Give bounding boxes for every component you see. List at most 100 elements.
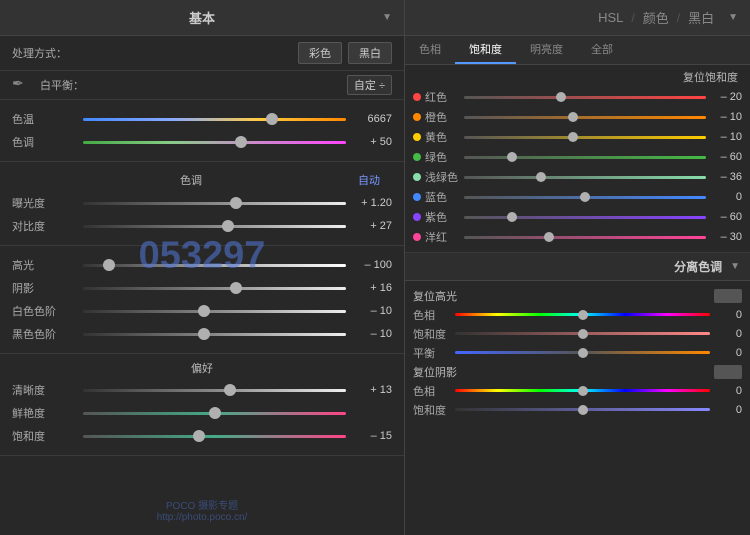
highlight-hue-slider[interactable] <box>455 308 710 322</box>
yellow-thumb[interactable] <box>568 132 578 142</box>
shadow-slider[interactable] <box>83 280 346 296</box>
balance-row: 平衡 0 <box>413 344 742 361</box>
split-tone-title: 分离色调 <box>674 258 722 275</box>
left-panel-arrow[interactable]: ▼ <box>382 12 392 23</box>
yellow-value: – 10 <box>710 131 742 143</box>
tab-saturation[interactable]: 饱和度 <box>455 36 516 64</box>
shadow-label: 阴影 <box>12 280 77 296</box>
green-value: – 60 <box>710 151 742 163</box>
contrast-slider[interactable] <box>83 218 346 234</box>
balance-label: 平衡 <box>413 345 451 361</box>
highlight-sat-slider[interactable] <box>455 327 710 341</box>
green-dot <box>413 153 421 161</box>
contrast-thumb[interactable] <box>222 220 234 232</box>
shadow-hue-value: 0 <box>714 385 742 397</box>
highlight-sat-thumb[interactable] <box>578 329 588 339</box>
blue-thumb[interactable] <box>580 192 590 202</box>
saturation-slider[interactable] <box>83 428 346 444</box>
sep1: / <box>631 11 634 25</box>
left-panel-title: 基本 <box>189 8 215 27</box>
black-clip-thumb[interactable] <box>198 328 210 340</box>
white-clip-slider[interactable] <box>83 303 346 319</box>
white-clip-row: 白色色阶 – 10 <box>12 301 392 321</box>
bw-mode-button[interactable]: 黑白 <box>348 42 392 64</box>
shadow-sat-thumb[interactable] <box>578 405 588 415</box>
blue-track <box>464 196 706 199</box>
right-panel-arrow[interactable]: ▼ <box>728 12 738 23</box>
highlight-reset-button[interactable] <box>714 289 742 303</box>
eyedropper-icon: ✒ <box>12 75 32 95</box>
orange-thumb[interactable] <box>568 112 578 122</box>
red-track <box>464 96 706 99</box>
black-clip-value: – 10 <box>352 328 392 340</box>
white-clip-thumb[interactable] <box>198 305 210 317</box>
highlight-thumb[interactable] <box>103 259 115 271</box>
highlight-group-label: 复位高光 <box>413 288 714 304</box>
green-slider[interactable] <box>464 150 706 164</box>
color-mode-button[interactable]: 彩色 <box>298 42 342 64</box>
highlight-hue-thumb[interactable] <box>578 310 588 320</box>
exposure-track <box>83 202 346 205</box>
purple-slider[interactable] <box>464 210 706 224</box>
tint-slider[interactable] <box>83 134 346 150</box>
exposure-thumb[interactable] <box>230 197 242 209</box>
highlight-sat-row: 饱和度 0 <box>413 325 742 342</box>
tint-thumb[interactable] <box>235 136 247 148</box>
aqua-thumb[interactable] <box>536 172 546 182</box>
magenta-slider[interactable] <box>464 230 706 244</box>
highlight-sat-value: 0 <box>714 328 742 340</box>
temp-row: 色温 6667 <box>12 109 392 129</box>
saturation-row: 饱和度 – 15 <box>12 426 392 446</box>
purple-dot <box>413 213 421 221</box>
clarity-thumb[interactable] <box>224 384 236 396</box>
red-slider[interactable] <box>464 90 706 104</box>
shadow-hue-thumb[interactable] <box>578 386 588 396</box>
vibrance-thumb[interactable] <box>209 407 221 419</box>
sat-yellow-row: 黄色 – 10 <box>413 128 742 146</box>
balance-slider[interactable] <box>455 351 710 354</box>
clarity-track <box>83 389 346 392</box>
shadow-hue-slider[interactable] <box>455 384 710 398</box>
temp-slider[interactable] <box>83 111 346 127</box>
highlight-sat-track <box>455 332 710 335</box>
shadow-reset-button[interactable] <box>714 365 742 379</box>
tab-luminance[interactable]: 明亮度 <box>516 36 577 64</box>
blue-slider[interactable] <box>464 190 706 204</box>
green-thumb[interactable] <box>507 152 517 162</box>
tab-hue[interactable]: 色相 <box>405 36 455 64</box>
temp-label: 色温 <box>12 111 77 127</box>
shadow-group-label: 复位阴影 <box>413 364 714 380</box>
shadow-thumb[interactable] <box>230 282 242 294</box>
orange-slider[interactable] <box>464 110 706 124</box>
shadow-sat-track <box>455 408 710 411</box>
blue-label: 蓝色 <box>425 189 460 205</box>
tone-section: 色调 自动 曝光度 + 1.20 对比度 + 27 <box>0 162 404 246</box>
tone-auto-button[interactable]: 自动 <box>358 172 380 188</box>
magenta-thumb[interactable] <box>544 232 554 242</box>
highlight-sat-label: 饱和度 <box>413 326 451 342</box>
contrast-row: 对比度 + 27 <box>12 216 392 236</box>
tab-all[interactable]: 全部 <box>577 36 627 64</box>
wb-value[interactable]: 自定 ÷ <box>347 75 392 95</box>
shadow-sat-label: 饱和度 <box>413 402 451 418</box>
vibrance-slider[interactable] <box>83 405 346 421</box>
highlight-slider[interactable] <box>83 257 346 273</box>
black-clip-slider[interactable] <box>83 326 346 342</box>
temp-thumb[interactable] <box>266 113 278 125</box>
balance-value: 0 <box>714 347 742 359</box>
exposure-slider[interactable] <box>83 195 346 211</box>
red-thumb[interactable] <box>556 92 566 102</box>
white-clip-track <box>83 310 346 313</box>
orange-track <box>464 116 706 119</box>
clarity-slider[interactable] <box>83 382 346 398</box>
purple-thumb[interactable] <box>507 212 517 222</box>
saturation-thumb[interactable] <box>193 430 205 442</box>
yellow-slider[interactable] <box>464 130 706 144</box>
shadow-sat-slider[interactable] <box>455 403 710 417</box>
sat-magenta-row: 洋红 – 30 <box>413 228 742 246</box>
aqua-slider[interactable] <box>464 170 706 184</box>
balance-thumb[interactable] <box>578 348 588 358</box>
contrast-track <box>83 225 346 228</box>
sat-green-row: 绿色 – 60 <box>413 148 742 166</box>
purple-label: 紫色 <box>425 209 460 225</box>
